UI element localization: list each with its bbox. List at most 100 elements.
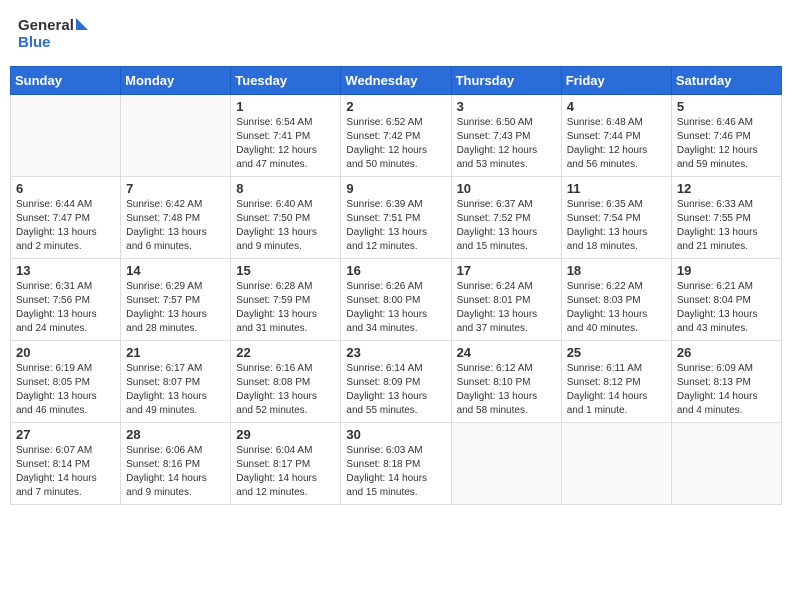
day-info: Sunrise: 6:16 AM Sunset: 8:08 PM Dayligh… [236, 362, 335, 418]
weekday-header-row: SundayMondayTuesdayWednesdayThursdayFrid… [11, 67, 782, 95]
day-info: Sunrise: 6:39 AM Sunset: 7:51 PM Dayligh… [346, 198, 445, 254]
calendar-cell: 29 Sunrise: 6:04 AM Sunset: 8:17 PM Dayli… [231, 423, 341, 505]
calendar-table: SundayMondayTuesdayWednesdayThursdayFrid… [10, 66, 782, 505]
day-info: Sunrise: 6:06 AM Sunset: 8:16 PM Dayligh… [126, 444, 225, 500]
day-info: Sunrise: 6:46 AM Sunset: 7:46 PM Dayligh… [677, 116, 776, 172]
day-number: 12 [677, 181, 776, 196]
calendar-cell: 25 Sunrise: 6:11 AM Sunset: 8:12 PM Dayli… [561, 341, 671, 423]
day-info: Sunrise: 6:28 AM Sunset: 7:59 PM Dayligh… [236, 280, 335, 336]
calendar-cell: 1 Sunrise: 6:54 AM Sunset: 7:41 PM Daylig… [231, 95, 341, 177]
calendar-cell: 16 Sunrise: 6:26 AM Sunset: 8:00 PM Dayli… [341, 259, 451, 341]
calendar-cell: 19 Sunrise: 6:21 AM Sunset: 8:04 PM Dayli… [671, 259, 781, 341]
weekday-header-thursday: Thursday [451, 67, 561, 95]
day-number: 20 [16, 345, 115, 360]
day-info: Sunrise: 6:21 AM Sunset: 8:04 PM Dayligh… [677, 280, 776, 336]
calendar-cell: 20 Sunrise: 6:19 AM Sunset: 8:05 PM Dayli… [11, 341, 121, 423]
day-info: Sunrise: 6:19 AM Sunset: 8:05 PM Dayligh… [16, 362, 115, 418]
calendar-cell: 11 Sunrise: 6:35 AM Sunset: 7:54 PM Dayli… [561, 177, 671, 259]
day-number: 23 [346, 345, 445, 360]
calendar-cell: 30 Sunrise: 6:03 AM Sunset: 8:18 PM Dayli… [341, 423, 451, 505]
day-info: Sunrise: 6:50 AM Sunset: 7:43 PM Dayligh… [457, 116, 556, 172]
day-number: 6 [16, 181, 115, 196]
day-info: Sunrise: 6:04 AM Sunset: 8:17 PM Dayligh… [236, 444, 335, 500]
weekday-header-wednesday: Wednesday [341, 67, 451, 95]
day-number: 14 [126, 263, 225, 278]
day-number: 4 [567, 99, 666, 114]
day-number: 24 [457, 345, 556, 360]
day-number: 11 [567, 181, 666, 196]
day-info: Sunrise: 6:12 AM Sunset: 8:10 PM Dayligh… [457, 362, 556, 418]
svg-text:General: General [18, 17, 74, 34]
calendar-cell: 10Sunrise: 6:37 AM Sunset: 7:52 PM Dayli… [451, 177, 561, 259]
day-info: Sunrise: 6:54 AM Sunset: 7:41 PM Dayligh… [236, 116, 335, 172]
day-info: Sunrise: 6:40 AM Sunset: 7:50 PM Dayligh… [236, 198, 335, 254]
day-number: 7 [126, 181, 225, 196]
calendar-cell: 24 Sunrise: 6:12 AM Sunset: 8:10 PM Dayli… [451, 341, 561, 423]
day-number: 10 [457, 181, 556, 196]
calendar-cell: 28Sunrise: 6:06 AM Sunset: 8:16 PM Dayli… [121, 423, 231, 505]
day-number: 1 [236, 99, 335, 114]
day-number: 30 [346, 427, 445, 442]
day-number: 15 [236, 263, 335, 278]
day-info: Sunrise: 6:42 AM Sunset: 7:48 PM Dayligh… [126, 198, 225, 254]
day-number: 25 [567, 345, 666, 360]
day-info: Sunrise: 6:17 AM Sunset: 8:07 PM Dayligh… [126, 362, 225, 418]
day-number: 18 [567, 263, 666, 278]
calendar-cell: 8 Sunrise: 6:40 AM Sunset: 7:50 PM Daylig… [231, 177, 341, 259]
week-row-5: 27 Sunrise: 6:07 AM Sunset: 8:14 PM Dayli… [11, 423, 782, 505]
weekday-header-sunday: Sunday [11, 67, 121, 95]
day-info: Sunrise: 6:11 AM Sunset: 8:12 PM Dayligh… [567, 362, 666, 418]
calendar-cell: 26 Sunrise: 6:09 AM Sunset: 8:13 PM Dayli… [671, 341, 781, 423]
day-info: Sunrise: 6:14 AM Sunset: 8:09 PM Dayligh… [346, 362, 445, 418]
day-number: 8 [236, 181, 335, 196]
weekday-header-monday: Monday [121, 67, 231, 95]
day-info: Sunrise: 6:07 AM Sunset: 8:14 PM Dayligh… [16, 444, 115, 500]
calendar-cell: 7 Sunrise: 6:42 AM Sunset: 7:48 PM Daylig… [121, 177, 231, 259]
calendar-cell [121, 95, 231, 177]
day-info: Sunrise: 6:03 AM Sunset: 8:18 PM Dayligh… [346, 444, 445, 500]
weekday-header-tuesday: Tuesday [231, 67, 341, 95]
calendar-cell: 15 Sunrise: 6:28 AM Sunset: 7:59 PM Dayli… [231, 259, 341, 341]
calendar-cell: 23 Sunrise: 6:14 AM Sunset: 8:09 PM Dayli… [341, 341, 451, 423]
header: GeneralBlue [10, 10, 782, 58]
day-number: 16 [346, 263, 445, 278]
day-number: 17 [457, 263, 556, 278]
day-number: 9 [346, 181, 445, 196]
calendar-cell: 12 Sunrise: 6:33 AM Sunset: 7:55 PM Dayli… [671, 177, 781, 259]
calendar-cell [451, 423, 561, 505]
week-row-4: 20 Sunrise: 6:19 AM Sunset: 8:05 PM Dayli… [11, 341, 782, 423]
day-info: Sunrise: 6:31 AM Sunset: 7:56 PM Dayligh… [16, 280, 115, 336]
calendar-cell: 14Sunrise: 6:29 AM Sunset: 7:57 PM Dayli… [121, 259, 231, 341]
calendar-cell: 27 Sunrise: 6:07 AM Sunset: 8:14 PM Dayli… [11, 423, 121, 505]
day-info: Sunrise: 6:44 AM Sunset: 7:47 PM Dayligh… [16, 198, 115, 254]
day-number: 26 [677, 345, 776, 360]
day-number: 5 [677, 99, 776, 114]
day-number: 27 [16, 427, 115, 442]
logo: GeneralBlue [18, 14, 98, 54]
calendar-cell: 9 Sunrise: 6:39 AM Sunset: 7:51 PM Daylig… [341, 177, 451, 259]
day-info: Sunrise: 6:26 AM Sunset: 8:00 PM Dayligh… [346, 280, 445, 336]
day-number: 21 [126, 345, 225, 360]
calendar-cell: 18 Sunrise: 6:22 AM Sunset: 8:03 PM Dayli… [561, 259, 671, 341]
calendar-cell [11, 95, 121, 177]
calendar-cell: 2 Sunrise: 6:52 AM Sunset: 7:42 PM Daylig… [341, 95, 451, 177]
day-number: 22 [236, 345, 335, 360]
svg-text:Blue: Blue [18, 34, 51, 51]
calendar-cell: 17 Sunrise: 6:24 AM Sunset: 8:01 PM Dayli… [451, 259, 561, 341]
day-info: Sunrise: 6:33 AM Sunset: 7:55 PM Dayligh… [677, 198, 776, 254]
day-info: Sunrise: 6:52 AM Sunset: 7:42 PM Dayligh… [346, 116, 445, 172]
day-info: Sunrise: 6:24 AM Sunset: 8:01 PM Dayligh… [457, 280, 556, 336]
day-info: Sunrise: 6:22 AM Sunset: 8:03 PM Dayligh… [567, 280, 666, 336]
calendar-cell: 6 Sunrise: 6:44 AM Sunset: 7:47 PM Daylig… [11, 177, 121, 259]
calendar-cell: 3Sunrise: 6:50 AM Sunset: 7:43 PM Daylig… [451, 95, 561, 177]
calendar-cell: 13Sunrise: 6:31 AM Sunset: 7:56 PM Dayli… [11, 259, 121, 341]
day-number: 29 [236, 427, 335, 442]
day-number: 2 [346, 99, 445, 114]
day-info: Sunrise: 6:09 AM Sunset: 8:13 PM Dayligh… [677, 362, 776, 418]
day-info: Sunrise: 6:35 AM Sunset: 7:54 PM Dayligh… [567, 198, 666, 254]
week-row-3: 13Sunrise: 6:31 AM Sunset: 7:56 PM Dayli… [11, 259, 782, 341]
day-number: 19 [677, 263, 776, 278]
calendar-cell: 22 Sunrise: 6:16 AM Sunset: 8:08 PM Dayli… [231, 341, 341, 423]
logo-svg: GeneralBlue [18, 14, 98, 54]
week-row-1: 1 Sunrise: 6:54 AM Sunset: 7:41 PM Daylig… [11, 95, 782, 177]
